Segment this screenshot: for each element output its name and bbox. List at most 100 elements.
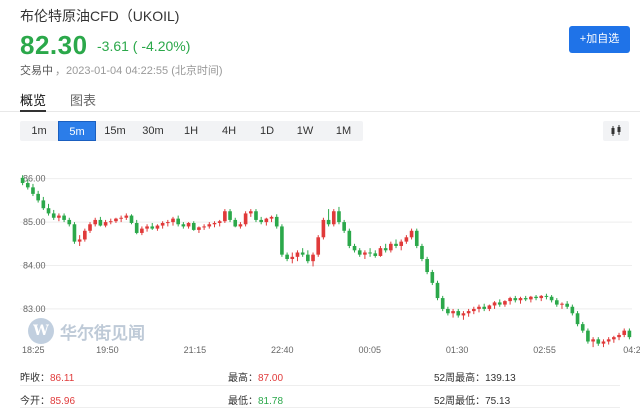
candle-body <box>565 303 569 307</box>
stat-52w-low: 52周最低：75.13 <box>434 392 510 407</box>
candle-body <box>46 208 51 214</box>
candle-body <box>285 254 289 259</box>
stat-prev-close: 昨收：86.11 <box>20 369 74 384</box>
stats-divider <box>20 407 620 408</box>
candle-body <box>114 218 118 222</box>
range-1w-button[interactable]: 1W <box>286 121 324 141</box>
candle-body <box>508 298 512 302</box>
x-tick-label: 19:50 <box>96 345 119 355</box>
add-watchlist-button[interactable]: +加自选 <box>569 26 630 53</box>
candle-body <box>295 252 300 257</box>
candle-body <box>373 253 378 256</box>
candle-body <box>248 211 253 214</box>
candle-body <box>492 302 497 306</box>
candle-body <box>544 295 549 297</box>
range-4h-button[interactable]: 4H <box>210 121 248 141</box>
candle-body <box>430 272 435 283</box>
candle-body <box>414 230 419 246</box>
candle-body <box>181 224 186 227</box>
tab-chart[interactable]: 图表 <box>70 90 96 109</box>
range-1h-button[interactable]: 1H <box>172 121 210 141</box>
candle-body <box>518 298 523 301</box>
y-tick-label: 86.00 <box>23 174 46 184</box>
chart-grid <box>20 178 632 310</box>
candle-body <box>404 237 409 242</box>
candle-body <box>342 222 346 231</box>
stat-52w-high: 52周最高：139.13 <box>434 369 516 384</box>
watermark-text: 华尔街见闻 <box>60 323 145 344</box>
candle-body <box>300 252 305 255</box>
y-tick-label: 83.00 <box>23 304 46 314</box>
candle-body <box>36 193 40 201</box>
candle-body <box>347 230 352 246</box>
candle-body <box>477 306 481 309</box>
candle-body <box>191 222 196 230</box>
candle-body <box>399 241 404 246</box>
range-1m-button[interactable]: 1m <box>20 121 58 141</box>
candle-body <box>337 211 341 223</box>
x-tick-label: 02:55 <box>533 345 556 355</box>
range-30m-button[interactable]: 30m <box>134 121 172 141</box>
wallstreetcn-logo-icon: W <box>28 318 54 344</box>
candle-body <box>145 226 149 229</box>
candle-body <box>155 225 160 229</box>
tab-overview[interactable]: 概览 <box>20 90 46 109</box>
candle-body <box>471 308 476 312</box>
candle-body <box>368 252 372 254</box>
candle-body <box>134 222 139 233</box>
stat-label: 最高： <box>228 373 258 384</box>
candle-body <box>549 296 554 301</box>
stat-label: 昨收： <box>20 373 50 384</box>
candle-body <box>497 302 502 305</box>
candle-body <box>243 213 248 225</box>
stat-value: 85.96 <box>50 396 76 407</box>
candle-body <box>601 341 606 344</box>
price-change: -3.61 ( -4.20%) <box>97 38 191 54</box>
candle-body <box>212 222 217 225</box>
candle-body <box>580 324 585 331</box>
active-tab-indicator <box>20 110 46 112</box>
stat-label: 52周最高： <box>434 373 486 384</box>
candle-body <box>202 226 206 228</box>
candle-body <box>612 337 616 340</box>
candle-body <box>487 305 492 309</box>
stat-low: 最低：81.78 <box>228 392 283 407</box>
chart-type-button[interactable] <box>603 121 629 141</box>
instrument-title: 布伦特原油CFD（UKOIL) <box>20 8 180 24</box>
timeframe-selector: 1m 5m 15m 30m 1H 4H 1D 1W 1M <box>20 121 363 141</box>
candle-body <box>435 282 440 299</box>
range-5m-button[interactable]: 5m <box>58 121 96 141</box>
candle-body <box>534 296 538 299</box>
candle-body <box>25 183 30 188</box>
candle-body <box>93 219 98 225</box>
candle-body <box>228 211 232 220</box>
candle-body <box>596 339 601 344</box>
candle-body <box>461 313 466 316</box>
candle-body <box>560 303 564 305</box>
stat-value: 87.00 <box>258 373 284 384</box>
range-15m-button[interactable]: 15m <box>96 121 134 141</box>
candle-body <box>363 252 367 255</box>
candle-body <box>326 219 331 225</box>
range-1d-button[interactable]: 1D <box>248 121 286 141</box>
candle-body <box>440 298 445 309</box>
stat-high: 最高：87.00 <box>228 369 283 384</box>
candle-body <box>83 230 87 240</box>
candle-body <box>223 211 227 222</box>
candle-body <box>539 295 544 299</box>
candle-body <box>140 228 144 233</box>
candle-body <box>72 224 77 242</box>
candle-body <box>129 215 134 223</box>
candle-body <box>378 248 383 256</box>
candle-body <box>383 248 388 251</box>
candle-body <box>513 298 518 301</box>
range-1m-month-button[interactable]: 1M <box>324 121 363 141</box>
candle-body <box>259 219 263 223</box>
candle-body <box>98 219 103 226</box>
candle-body <box>269 216 274 219</box>
stat-open: 今开：85.96 <box>20 392 75 407</box>
candle-body <box>57 215 61 218</box>
candle-body <box>352 245 357 251</box>
candle-body <box>586 330 590 342</box>
x-tick-label: 00:05 <box>358 345 381 355</box>
